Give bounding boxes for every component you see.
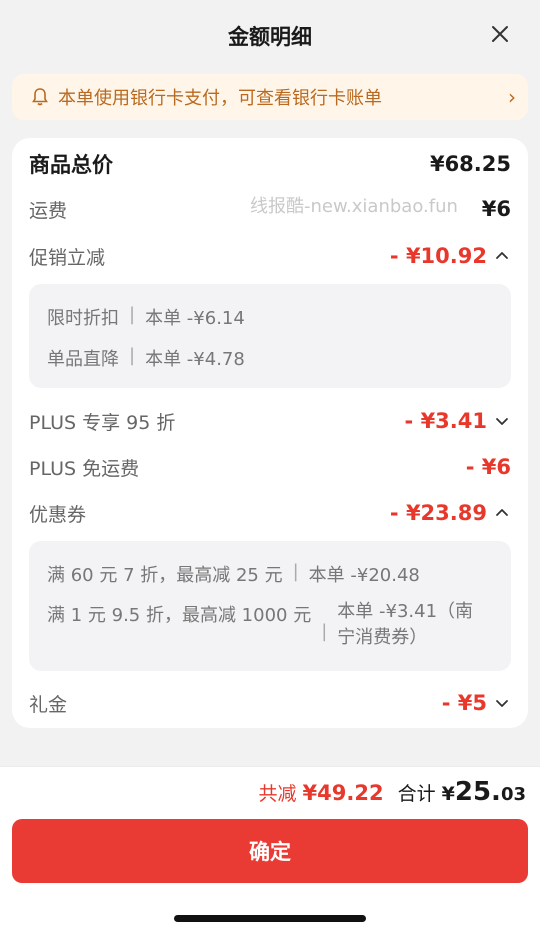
coupon-detail-value: 本单 -¥3.41（南 宁消费券） (337, 599, 473, 651)
coupon-detail-item: 满 60 元 7 折，最高减 25 元 | 本单 -¥20.48 (47, 561, 497, 587)
promo-detail-value: 本单 -¥6.14 (145, 308, 245, 329)
gift-label: 礼金 (29, 693, 68, 716)
notice-text: 本单使用银行卡支付，可查看银行卡账单 (58, 88, 382, 109)
row-total: 商品总价 ¥68.25 (29, 148, 511, 180)
header: 金额明细 (0, 0, 540, 72)
reduce-value: ¥49.22 (302, 781, 384, 805)
plus95-label: PLUS 专享 95 折 (29, 411, 176, 434)
promo-detail-item: 限时折扣 | 本单 -¥6.14 (47, 304, 497, 330)
grand-total: 合计 ¥25.03 (398, 777, 526, 807)
summary: 共减 ¥49.22 合计 ¥25.03 (258, 777, 526, 807)
promo-detail-box: 限时折扣 | 本单 -¥6.14 单品直降 | 本单 -¥4.78 (29, 284, 511, 388)
amount-detail-card: 商品总价 ¥68.25 线报酷-new.xianbao.fun 运费 ¥6 促销… (12, 138, 528, 728)
promo-detail-name: 单品直降 (47, 349, 119, 370)
promo-label: 促销立减 (29, 246, 106, 269)
shipping-value: ¥6 (481, 197, 511, 221)
row-plus95[interactable]: PLUS 专享 95 折 - ¥3.41 (29, 406, 511, 436)
row-shipping: 运费 ¥6 (29, 194, 511, 224)
row-plus-free-shipping: PLUS 免运费 - ¥6 (29, 452, 511, 482)
row-promo[interactable]: 促销立减 - ¥10.92 (29, 241, 511, 271)
total-reduce: 共减 ¥49.22 (258, 779, 383, 806)
coupon-detail-item: 满 1 元 9.5 折，最高减 1000 元 | 本单 -¥3.41（南 宁消费… (47, 601, 497, 651)
coupon-detail-value-line1: 本单 -¥3.41（南 (337, 601, 474, 622)
total-label: 合计 (397, 783, 436, 805)
shipping-label: 运费 (29, 199, 68, 222)
coupon-detail-name: 满 1 元 9.5 折，最高减 1000 元 (47, 605, 312, 626)
divider: | (129, 304, 136, 325)
plus-ship-value: - ¥6 (465, 455, 511, 479)
total-label: 商品总价 (29, 153, 113, 177)
total-value: ¥68.25 (429, 152, 511, 176)
coupon-value: - ¥23.89 (389, 501, 487, 525)
confirm-button[interactable]: 确定 (12, 819, 528, 883)
divider: | (292, 561, 299, 582)
page-title: 金额明细 (228, 25, 312, 49)
chevron-up-icon[interactable] (493, 504, 511, 522)
coupon-detail-value: 本单 -¥20.48 (308, 565, 420, 586)
chevron-down-icon[interactable] (493, 412, 511, 430)
row-coupon[interactable]: 优惠券 - ¥23.89 (29, 498, 511, 528)
chevron-down-icon[interactable] (493, 694, 511, 712)
coupon-detail-name: 满 60 元 7 折，最高减 25 元 (47, 565, 283, 586)
coupon-detail-value-line2: 宁消费券） (337, 627, 428, 648)
plus-ship-label: PLUS 免运费 (29, 457, 140, 480)
reduce-label: 共减 (258, 783, 297, 805)
divider: | (129, 345, 136, 366)
total-currency: ¥ (441, 783, 455, 805)
plus95-value: - ¥3.41 (404, 409, 487, 433)
chevron-up-icon[interactable] (493, 247, 511, 265)
promo-detail-name: 限时折扣 (47, 308, 119, 329)
gift-value: - ¥5 (441, 691, 487, 715)
divider: | (321, 621, 328, 642)
chevron-right-icon: › (508, 85, 516, 109)
bell-icon (32, 88, 48, 106)
row-gift[interactable]: 礼金 - ¥5 (29, 688, 511, 718)
total-dec: 03 (500, 784, 526, 805)
bank-card-notice[interactable]: 本单使用银行卡支付，可查看银行卡账单 › (12, 74, 528, 120)
coupon-detail-box: 满 60 元 7 折，最高减 25 元 | 本单 -¥20.48 满 1 元 9… (29, 541, 511, 671)
promo-detail-value: 本单 -¥4.78 (145, 349, 245, 370)
close-icon[interactable] (488, 22, 512, 46)
home-indicator (174, 915, 366, 922)
total-int: 25. (454, 777, 501, 807)
promo-detail-item: 单品直降 | 本单 -¥4.78 (47, 345, 497, 371)
coupon-label: 优惠券 (29, 503, 87, 526)
promo-value: - ¥10.92 (389, 244, 487, 268)
bottom-bar: 共减 ¥49.22 合计 ¥25.03 确定 (0, 766, 540, 935)
